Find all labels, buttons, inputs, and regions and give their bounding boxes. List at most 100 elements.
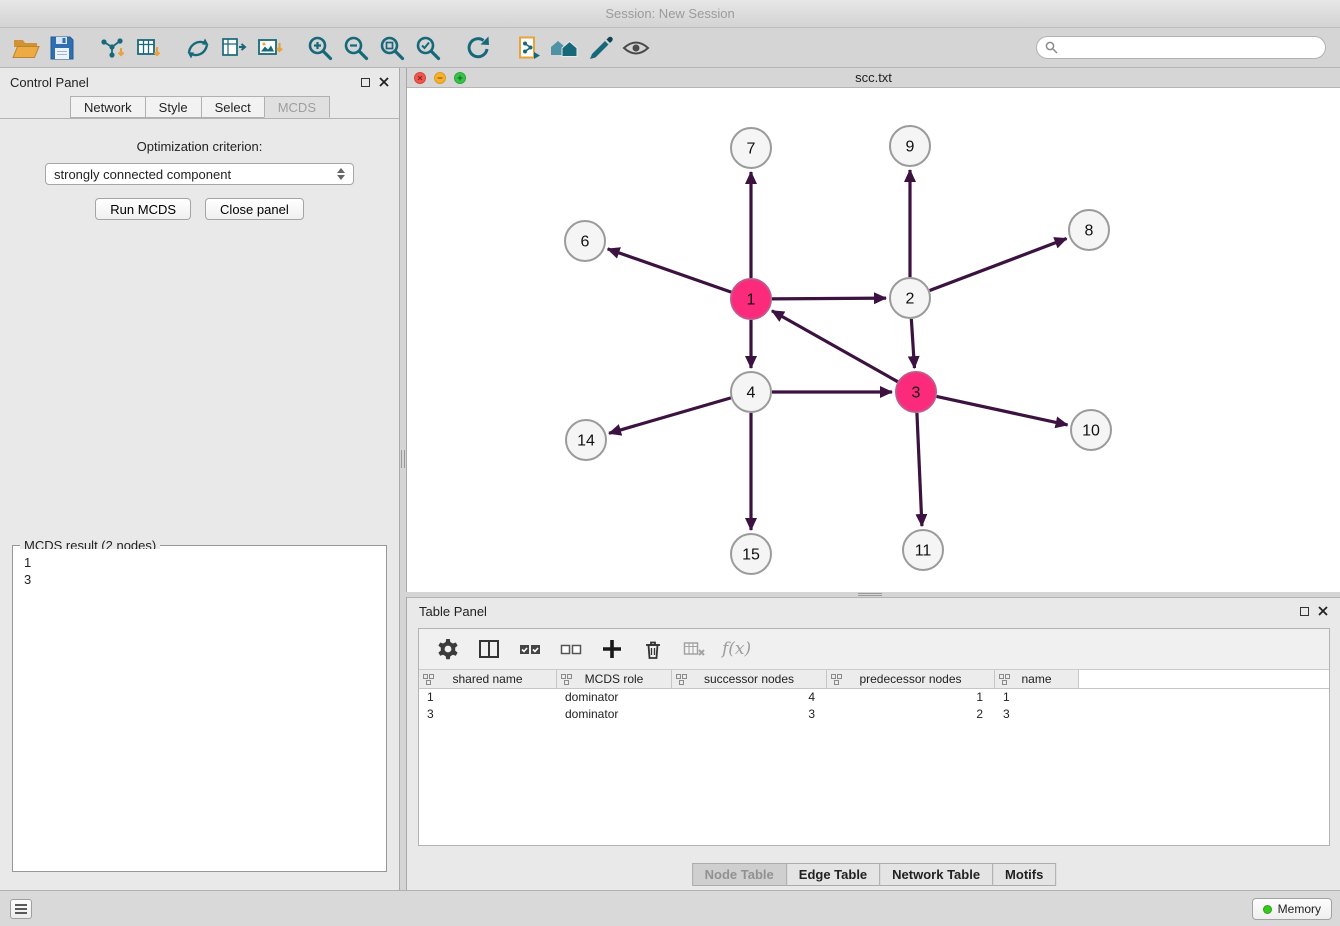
graph-node-9[interactable]: 9	[890, 126, 930, 166]
zoom-out-icon[interactable]	[338, 31, 374, 65]
apply-style-brush-icon[interactable]	[582, 31, 618, 65]
select-all-icon[interactable]	[517, 636, 543, 662]
search-input[interactable]	[1063, 40, 1317, 55]
mcds-result-list[interactable]: 1 3	[16, 549, 383, 868]
gear-icon[interactable]	[435, 636, 461, 662]
graph-edge-3-11[interactable]	[917, 413, 922, 526]
save-session-icon[interactable]	[44, 31, 80, 65]
graph-node-8[interactable]: 8	[1069, 210, 1109, 250]
float-panel-icon[interactable]	[1300, 607, 1309, 616]
zoom-in-icon[interactable]	[302, 31, 338, 65]
svg-text:6: 6	[581, 234, 590, 251]
column-header-name[interactable]: name	[995, 670, 1079, 688]
add-column-icon[interactable]	[599, 636, 625, 662]
cell-predecessor-nodes[interactable]: 2	[827, 706, 995, 723]
splitter-handle[interactable]	[399, 450, 406, 468]
graph-edge-1-6[interactable]	[608, 249, 732, 292]
deselect-all-icon[interactable]	[558, 636, 584, 662]
graph-node-6[interactable]: 6	[565, 221, 605, 261]
cell-mcds-role[interactable]: dominator	[557, 706, 672, 723]
new-network-from-selection-icon[interactable]	[510, 31, 546, 65]
network-from-table-icon[interactable]	[216, 31, 252, 65]
graph-edge-3-1[interactable]	[772, 311, 898, 382]
column-header-shared-name[interactable]: shared name	[419, 670, 557, 688]
graph-edge-3-10[interactable]	[937, 396, 1068, 424]
memory-button[interactable]: Memory	[1252, 898, 1332, 920]
import-network-icon[interactable]	[94, 31, 130, 65]
cell-successor-nodes[interactable]: 4	[672, 689, 827, 706]
column-header-successor-nodes[interactable]: successor nodes	[672, 670, 827, 688]
table-row[interactable]: 1 dominator 4 1 1	[419, 689, 1329, 706]
column-header-mcds-role[interactable]: MCDS role	[557, 670, 672, 688]
tab-node-table[interactable]: Node Table	[692, 863, 787, 886]
close-panel-icon[interactable]	[1318, 606, 1328, 616]
network-graph[interactable]: 7 9 6 8 1 2 4 3 14 10 15 11	[407, 88, 1340, 592]
graph-node-1[interactable]: 1	[731, 279, 771, 319]
svg-text:8: 8	[1085, 223, 1094, 240]
delete-table-icon	[681, 636, 707, 662]
network-arrows-icon[interactable]	[180, 31, 216, 65]
result-item[interactable]: 1	[24, 554, 375, 571]
cell-successor-nodes[interactable]: 3	[672, 706, 827, 723]
task-history-icon[interactable]	[10, 899, 32, 919]
minimize-window-button[interactable]	[434, 72, 446, 84]
float-panel-icon[interactable]	[361, 78, 370, 87]
search-box[interactable]	[1036, 36, 1326, 59]
run-mcds-button[interactable]: Run MCDS	[95, 198, 191, 220]
status-bar: Memory	[0, 890, 1340, 926]
graph-edge-2-3[interactable]	[911, 319, 914, 368]
tab-network[interactable]: Network	[70, 96, 146, 118]
zoom-selected-icon[interactable]	[410, 31, 446, 65]
import-table-icon[interactable]	[130, 31, 166, 65]
graph-node-4[interactable]: 4	[731, 372, 771, 412]
cell-mcds-role[interactable]: dominator	[557, 689, 672, 706]
delete-column-icon[interactable]	[640, 636, 666, 662]
tab-network-table[interactable]: Network Table	[879, 863, 993, 886]
close-panel-icon[interactable]	[379, 77, 389, 87]
cell-name[interactable]: 3	[995, 706, 1079, 723]
graph-node-15[interactable]: 15	[731, 534, 771, 574]
tab-motifs[interactable]: Motifs	[992, 863, 1056, 886]
tab-edge-table[interactable]: Edge Table	[786, 863, 880, 886]
table-row[interactable]: 3 dominator 3 2 3	[419, 706, 1329, 723]
network-window-titlebar: scc.txt	[407, 68, 1340, 88]
control-panel-tabs: Network Style Select MCDS	[0, 96, 399, 119]
attribute-icon	[561, 674, 572, 685]
graph-node-7[interactable]: 7	[731, 128, 771, 168]
home-icon[interactable]	[546, 31, 582, 65]
graph-node-14[interactable]: 14	[566, 420, 606, 460]
refresh-icon[interactable]	[460, 31, 496, 65]
optimization-criterion-select[interactable]: strongly connected component	[45, 163, 354, 185]
selected-criterion: strongly connected component	[54, 167, 231, 182]
close-panel-button[interactable]: Close panel	[205, 198, 304, 220]
eye-icon[interactable]	[618, 31, 654, 65]
cell-shared-name[interactable]: 3	[419, 706, 557, 723]
result-item[interactable]: 3	[24, 571, 375, 588]
tab-select[interactable]: Select	[201, 96, 265, 118]
control-panel-header: Control Panel	[0, 68, 399, 96]
columns-icon[interactable]	[476, 636, 502, 662]
zoom-fit-icon[interactable]	[374, 31, 410, 65]
cell-shared-name[interactable]: 1	[419, 689, 557, 706]
column-header-predecessor-nodes[interactable]: predecessor nodes	[827, 670, 995, 688]
network-canvas[interactable]: 7 9 6 8 1 2 4 3 14 10 15 11	[407, 88, 1340, 592]
column-header-filler	[1079, 670, 1329, 688]
graph-edge-2-8[interactable]	[930, 239, 1067, 291]
tab-style[interactable]: Style	[145, 96, 202, 118]
cell-predecessor-nodes[interactable]: 1	[827, 689, 995, 706]
graph-node-11[interactable]: 11	[903, 530, 943, 570]
title-bar: Session: New Session	[0, 0, 1340, 28]
svg-text:10: 10	[1082, 423, 1100, 440]
close-window-button[interactable]	[414, 72, 426, 84]
graph-node-2[interactable]: 2	[890, 278, 930, 318]
zoom-window-button[interactable]	[454, 72, 466, 84]
export-image-icon[interactable]	[252, 31, 288, 65]
graph-edge-4-14[interactable]	[609, 398, 731, 433]
cell-name[interactable]: 1	[995, 689, 1079, 706]
graph-node-3[interactable]: 3	[896, 372, 936, 412]
attribute-icon	[423, 674, 434, 685]
graph-edge-1-2[interactable]	[772, 298, 886, 299]
tab-mcds[interactable]: MCDS	[264, 96, 330, 118]
open-session-icon[interactable]	[8, 31, 44, 65]
graph-node-10[interactable]: 10	[1071, 410, 1111, 450]
